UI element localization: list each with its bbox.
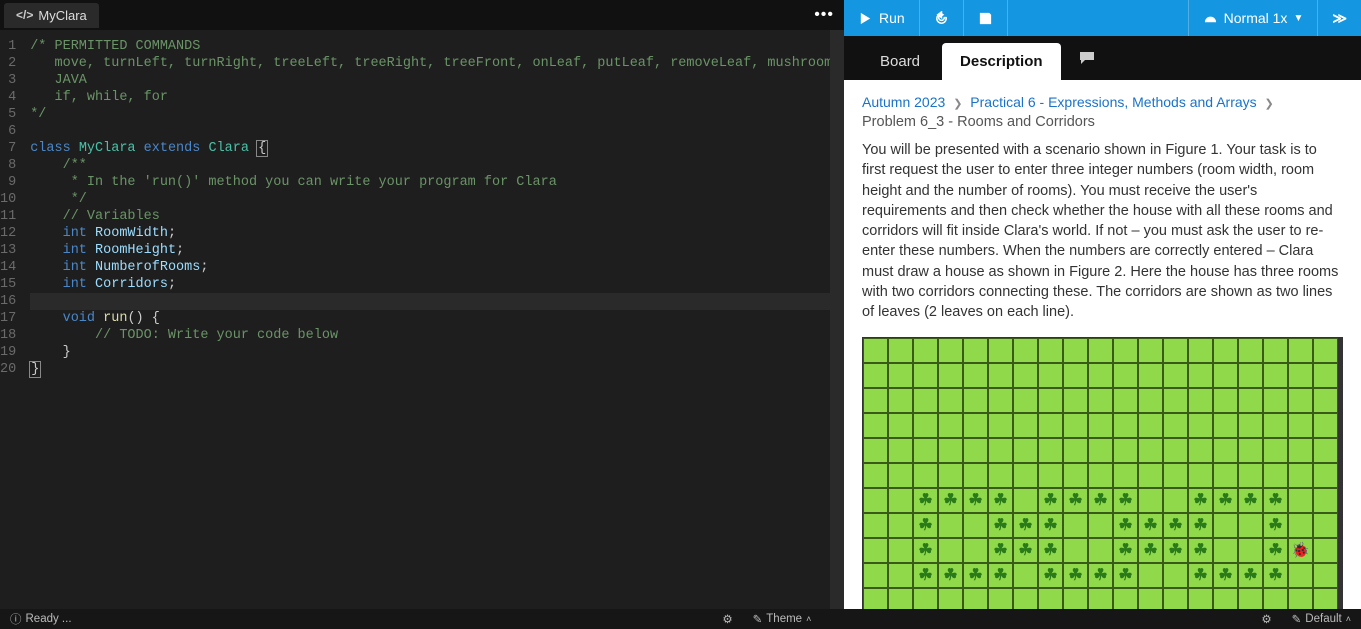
panel-tabs: Board Description — [844, 36, 1361, 80]
code-content[interactable]: /* PERMITTED COMMANDS move, turnLeft, tu… — [24, 30, 844, 609]
play-icon — [858, 11, 873, 26]
wrench-icon: ⚙ — [722, 612, 732, 626]
code-editor[interactable]: 1234567891011121314151617181920 /* PERMI… — [0, 30, 844, 609]
wrench-icon: ⚙ — [1261, 612, 1271, 626]
world-grid — [863, 338, 1342, 609]
magic-icon: ✎ — [1292, 612, 1302, 626]
breadcrumb-practical[interactable]: Practical 6 - Expressions, Methods and A… — [970, 94, 1256, 110]
save-icon — [978, 11, 993, 26]
line-gutter: 1234567891011121314151617181920 — [0, 30, 24, 609]
caret-up-icon: ˄ — [1346, 614, 1351, 624]
chevron-right-icon: ❯ — [953, 98, 962, 110]
settings-left-button[interactable]: ⚙ — [712, 612, 742, 626]
problem-title: Problem 6_3 - Rooms and Corridors — [862, 114, 1343, 130]
speed-label: Normal 1x — [1224, 10, 1288, 26]
magic-icon: ✎ — [753, 612, 763, 626]
caret-down-icon: ▼ — [1293, 13, 1303, 24]
right-pane: Run Normal 1x ▼ ≫ Board De — [844, 0, 1361, 609]
file-tab-myclara[interactable]: </> MyClara — [4, 3, 99, 28]
more-menu-button[interactable]: ••• — [814, 6, 834, 24]
run-toolbar: Run Normal 1x ▼ ≫ — [844, 0, 1361, 36]
reset-icon — [934, 11, 949, 26]
description-text: You will be presented with a scenario sh… — [862, 140, 1343, 323]
file-tab-label: MyClara — [38, 8, 86, 23]
description-panel[interactable]: Autumn 2023 ❯ Practical 6 - Expressions,… — [844, 80, 1361, 609]
run-label: Run — [879, 10, 905, 26]
chevron-right-icon: ≫ — [1332, 10, 1347, 27]
breadcrumb-term[interactable]: Autumn 2023 — [862, 94, 945, 110]
breadcrumb: Autumn 2023 ❯ Practical 6 - Expressions,… — [862, 94, 1343, 110]
tab-description[interactable]: Description — [942, 43, 1061, 80]
run-button[interactable]: Run — [844, 0, 920, 36]
save-button[interactable] — [964, 0, 1008, 36]
editor-pane: </> MyClara ••• 123456789101112131415161… — [0, 0, 844, 609]
tab-board[interactable]: Board — [862, 43, 938, 80]
vertical-scrollbar[interactable] — [830, 30, 844, 609]
chevron-right-icon: ❯ — [1265, 98, 1274, 110]
speed-selector[interactable]: Normal 1x ▼ — [1188, 0, 1318, 36]
gauge-icon — [1203, 11, 1218, 26]
status-bar: ⓘ Ready ... ⚙ ✎ Theme ˄ ⚙ ✎ Default ˄ — [0, 609, 1361, 629]
default-selector[interactable]: ✎ Default ˄ — [1282, 612, 1361, 626]
world-figure — [862, 337, 1343, 609]
settings-right-button[interactable]: ⚙ — [1251, 612, 1281, 626]
info-icon: ⓘ — [10, 611, 22, 627]
collapse-button[interactable]: ≫ — [1317, 0, 1361, 36]
chat-icon — [1079, 50, 1097, 66]
reset-button[interactable] — [920, 0, 964, 36]
code-icon: </> — [16, 8, 33, 22]
status-ready: ⓘ Ready ... — [0, 611, 82, 627]
file-tab-bar: </> MyClara ••• — [0, 0, 844, 30]
theme-selector[interactable]: ✎ Theme ˄ — [743, 612, 822, 626]
tab-chat[interactable] — [1065, 40, 1111, 80]
caret-up-icon: ˄ — [806, 614, 811, 624]
